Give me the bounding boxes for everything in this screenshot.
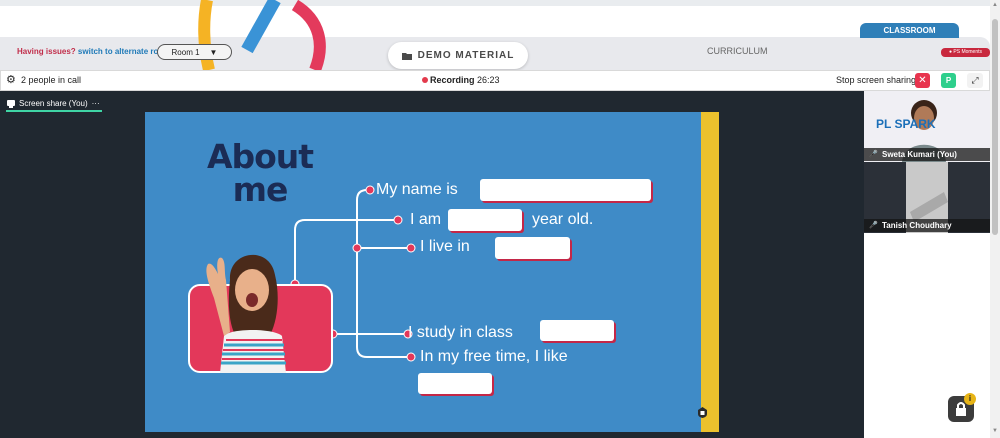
scroll-down-icon[interactable]: ▼ (991, 428, 999, 436)
screen-share-label: Screen share (You) (19, 99, 88, 108)
slide-line-age: I am (410, 211, 442, 228)
microphone-icon: 🎤 (869, 222, 878, 229)
ps-moments-icon: ● (948, 49, 952, 55)
expand-icon[interactable]: ⤢ (967, 73, 983, 88)
scroll-up-icon[interactable]: ▲ (991, 2, 999, 10)
demo-material-label: DEMO MATERIAL (417, 50, 515, 61)
people-count: 2 people in call (21, 75, 82, 85)
demo-material-button[interactable]: DEMO MATERIAL (388, 42, 528, 69)
issues-message: Having issues? switch to alternate room (17, 47, 170, 56)
gear-icon[interactable]: ⚙ (6, 74, 18, 86)
scrollbar-thumb[interactable] (992, 19, 998, 235)
tab-curriculum[interactable]: CURRICULUM (707, 46, 768, 56)
microphone-icon: 🎤 (869, 151, 878, 158)
p-badge-button[interactable]: P (941, 73, 956, 88)
slide-line-age-suffix: year old. (532, 211, 594, 228)
stop-screen-sharing-label: Stop screen sharing (836, 75, 917, 85)
recording-label: Recording (430, 75, 475, 85)
more-options-icon[interactable]: ··· (92, 99, 100, 108)
folder-icon (401, 52, 412, 60)
issues-label: Having issues? (17, 47, 76, 56)
slide-line-class: I study in class (408, 324, 513, 341)
info-icon[interactable]: i (964, 393, 976, 405)
recording-status: Recording 26:23 (430, 75, 500, 85)
browser-top-strip (0, 0, 1000, 6)
participant-name-tanish: Tanish Choudhary (864, 219, 990, 232)
recording-time: 26:23 (477, 75, 500, 85)
ps-moments-label: PS Moments (953, 49, 983, 55)
screen-share-icon (7, 99, 15, 108)
slide-line-free-time: In my free time, I like (420, 348, 568, 365)
ps-moments-button[interactable]: ● PS Moments (941, 48, 990, 57)
participant-name-sweta: Sweta Kumari (You) (864, 148, 990, 161)
tab-classroom[interactable]: CLASSROOM (860, 23, 959, 38)
answer-box-age (448, 209, 522, 231)
slide-line-name: My name is (376, 181, 458, 198)
answer-box-class (540, 320, 614, 341)
lock-icon (698, 407, 707, 418)
tab-screen-share[interactable]: Screen share (You) ··· (7, 96, 100, 111)
app-window: Having issues? switch to alternate room … (0, 0, 1000, 438)
room-select[interactable]: Room 1 ▼ (157, 44, 232, 60)
tab-active-indicator (6, 110, 102, 112)
pl-spark-logo: PL SPARK (876, 117, 936, 131)
answer-box-name (480, 179, 651, 201)
stop-sharing-button[interactable]: ✕ (915, 73, 930, 88)
answer-box-free-time (418, 373, 492, 394)
slide-line-live: I live in (420, 238, 470, 255)
chevron-down-icon: ▼ (209, 47, 218, 57)
recording-dot-icon (422, 77, 428, 83)
answer-box-live (495, 237, 570, 259)
girl-photo (206, 254, 286, 373)
room-select-value: Room 1 (171, 47, 200, 57)
